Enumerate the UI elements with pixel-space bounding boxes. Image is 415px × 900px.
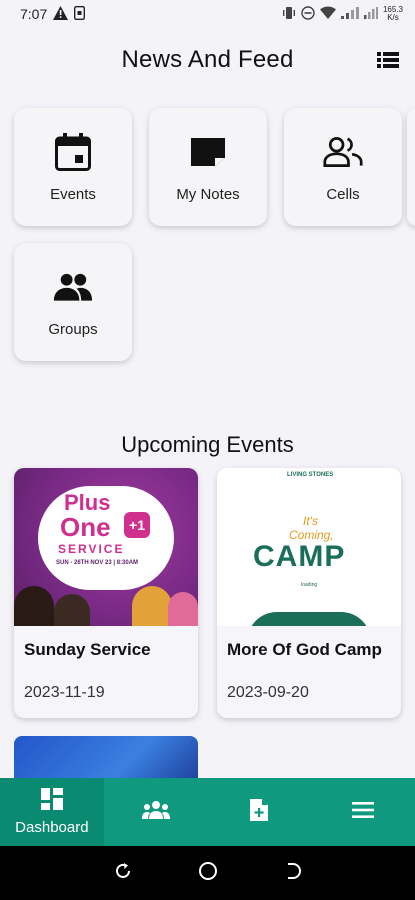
recent-apps-icon[interactable] [113, 861, 133, 886]
tile-my-notes[interactable]: My Notes [149, 108, 267, 226]
nav-groups[interactable] [104, 778, 208, 846]
network-speed-unit: K/s [387, 13, 399, 22]
signal-icon-2 [363, 6, 378, 22]
event-name: More Of God Camp [227, 640, 382, 659]
note-icon [188, 132, 228, 172]
wifi-icon [319, 6, 336, 22]
main-content: Events My Notes Cells Groups Upcoming Ev… [0, 92, 415, 778]
app-header: News And Feed [0, 28, 415, 92]
tile-events[interactable]: Events [14, 108, 132, 226]
signal-icon [340, 6, 359, 22]
poster-title-line2: One [60, 512, 111, 542]
poster-loading: loading [301, 582, 318, 588]
tile-cells[interactable]: Cells [284, 108, 402, 226]
section-title: Upcoming Events [121, 432, 294, 457]
status-time: 7:07 [20, 6, 48, 22]
event-card-more-of-god-camp[interactable]: LIVING STONES It's Coming, CAMP loading … [217, 468, 401, 718]
home-icon[interactable] [198, 861, 218, 886]
nav-add-note[interactable] [208, 778, 312, 846]
event-card-partial[interactable] [14, 736, 198, 778]
poster-person [132, 586, 172, 626]
dashboard-icon [40, 788, 63, 815]
page-title: News And Feed [121, 46, 294, 73]
vibrate-icon [282, 6, 296, 23]
poster-person [168, 592, 198, 626]
calendar-icon [53, 132, 93, 172]
nav-menu[interactable] [311, 778, 415, 846]
event-card-sunday-service[interactable]: Plus One +1 SERVICE SUN - 26TH NOV 23 | … [14, 468, 198, 718]
poster-title-line3: SERVICE [58, 542, 125, 556]
nav-dashboard[interactable]: Dashboard [0, 778, 104, 846]
poster-venue-1: CHURCH PREMISES - VALUE GROUND [58, 574, 133, 579]
bottom-nav: Dashboard [0, 778, 415, 846]
poster-person [14, 586, 54, 626]
back-icon[interactable] [283, 861, 303, 886]
poster-tag-1: It's [303, 514, 318, 528]
event-name: Sunday Service [24, 640, 151, 659]
list-view-icon[interactable] [377, 50, 399, 70]
poster-camp-word: CAMP [253, 540, 346, 573]
warning-icon [53, 5, 69, 23]
status-left: 7:07 [20, 5, 86, 23]
tile-label: Events [50, 185, 96, 203]
menu-icon [352, 801, 375, 823]
event-date: 2023-09-20 [227, 684, 309, 701]
group-icon [141, 800, 170, 824]
add-file-icon [250, 798, 269, 826]
system-nav-bar [0, 846, 415, 900]
status-bar: 7:07 165.3 K/s [0, 0, 415, 28]
tile-label: My Notes [176, 185, 240, 203]
poster-hill [247, 612, 371, 626]
tile-peek [407, 108, 415, 226]
tile-label: Cells [326, 185, 360, 203]
poster-info: SUN - 26TH NOV 23 | 8:30AM [56, 560, 139, 566]
status-right: 165.3 K/s [282, 6, 403, 23]
poster-person [54, 594, 90, 626]
network-speed: 165.3 K/s [383, 6, 403, 22]
sim-card-icon [74, 5, 86, 23]
do-not-disturb-icon [301, 5, 315, 23]
tile-groups[interactable]: Groups [14, 243, 132, 361]
event-poster: Plus One +1 SERVICE SUN - 26TH NOV 23 | … [14, 468, 198, 626]
event-poster: LIVING STONES It's Coming, CAMP loading [217, 468, 401, 626]
poster-badge: +1 [124, 512, 150, 538]
group-icon [53, 267, 93, 307]
nav-label: Dashboard [15, 819, 89, 836]
people-icon [323, 132, 363, 172]
poster-venue-2: OPPOSITE ECOBANK [76, 580, 118, 585]
tile-label: Groups [48, 320, 98, 338]
event-date: 2023-11-19 [24, 684, 105, 701]
poster-org: LIVING STONES [287, 472, 334, 478]
